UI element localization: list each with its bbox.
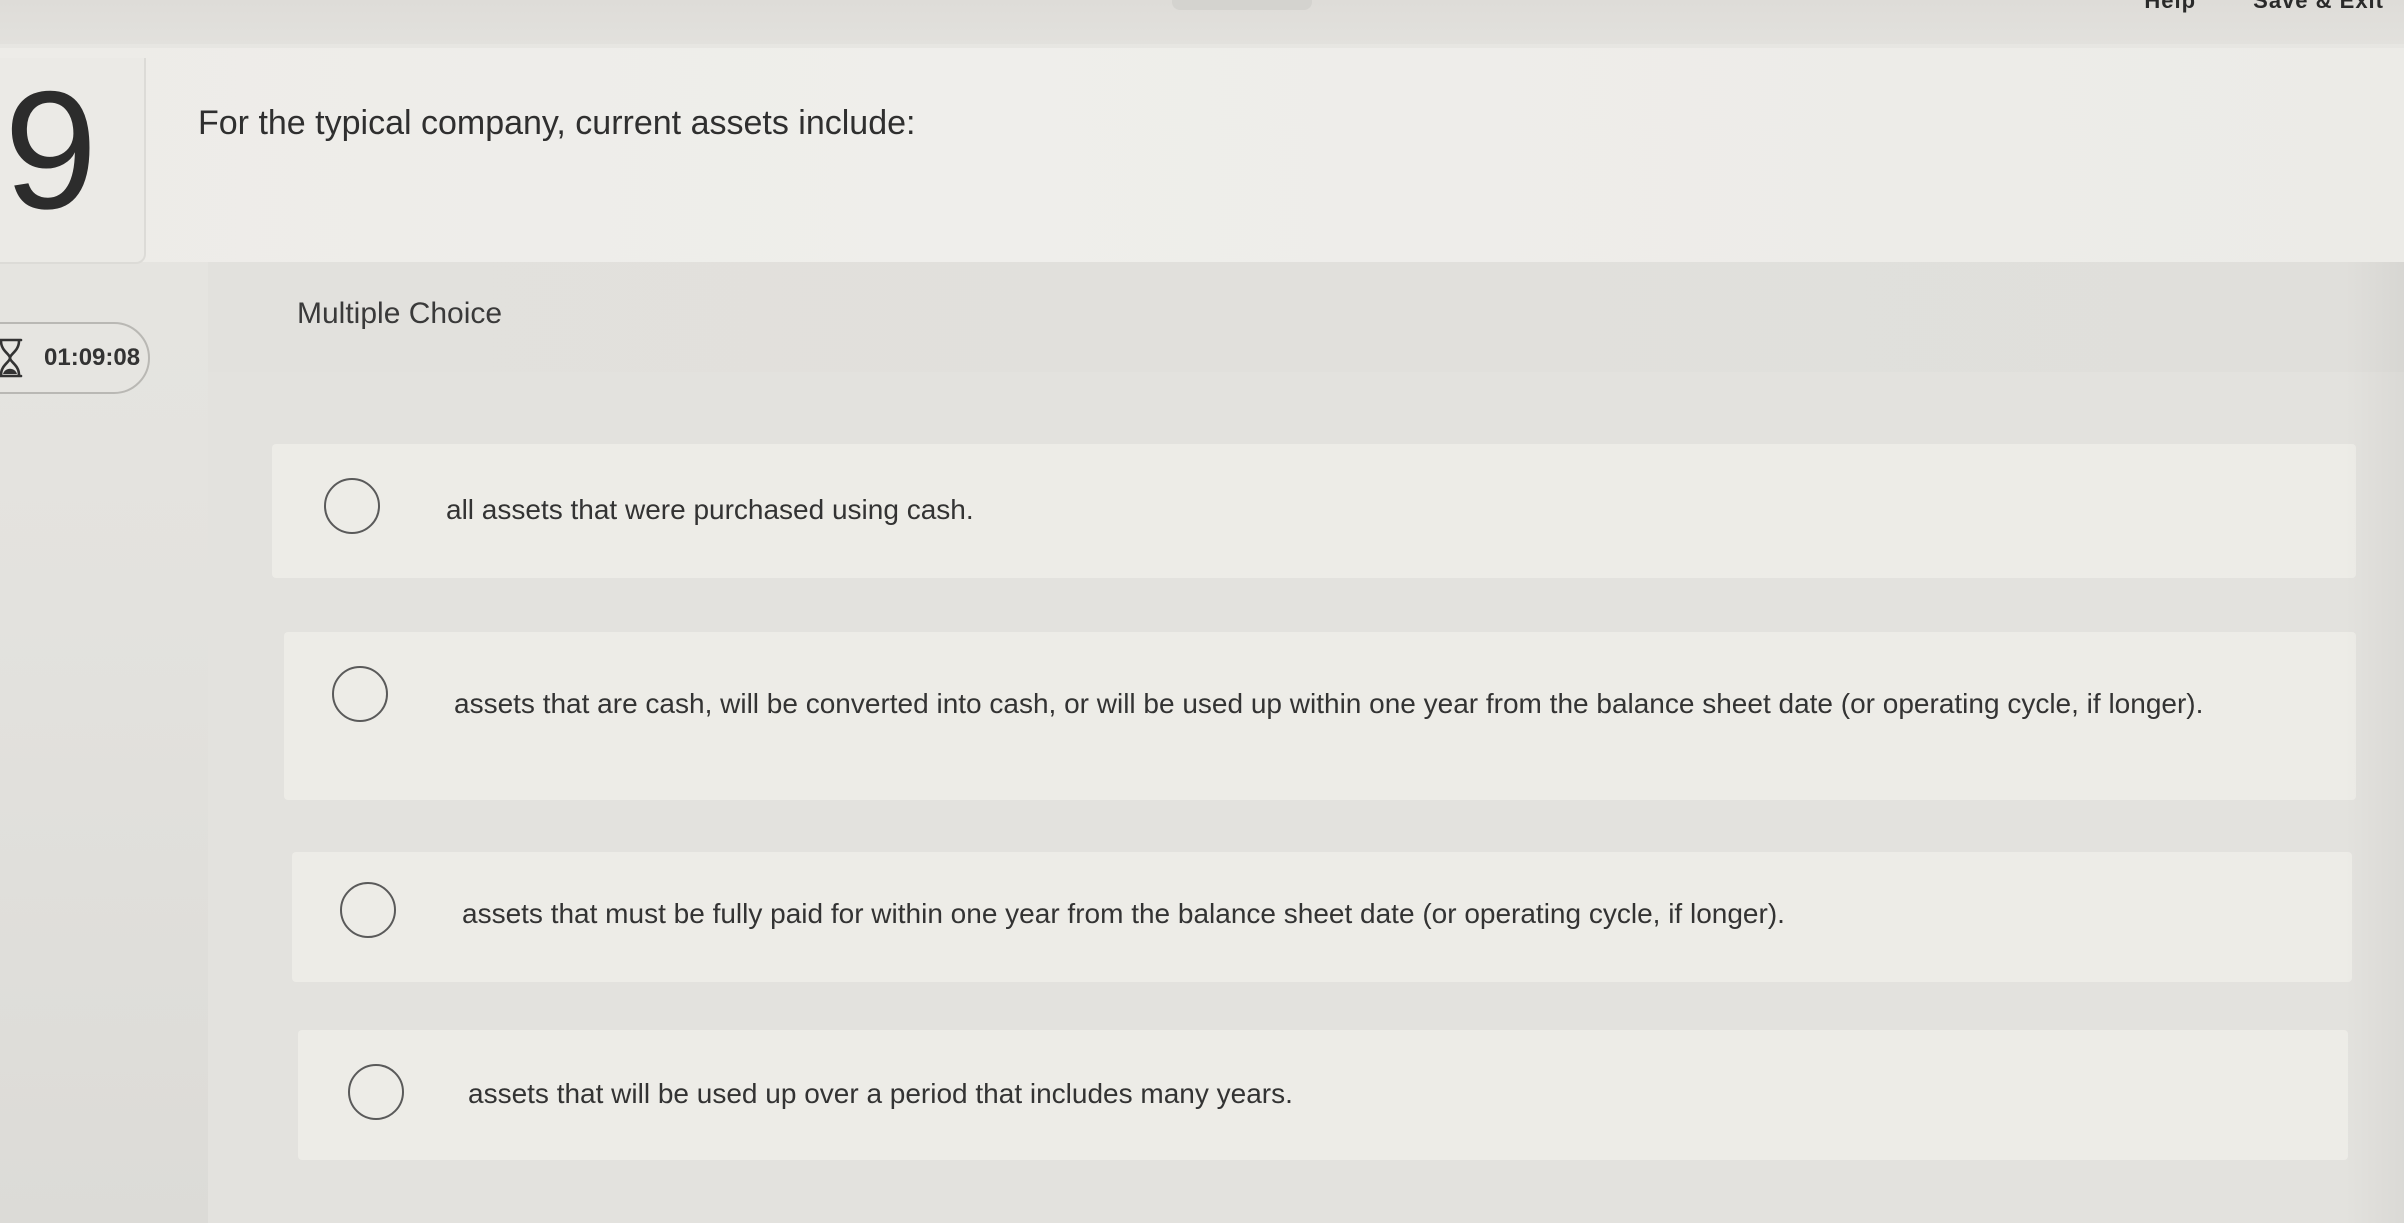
answer-option-4[interactable]: assets that will be used up over a perio… — [298, 1030, 2348, 1160]
timer-value: 01:09:08 — [44, 344, 141, 371]
radio-button[interactable] — [332, 666, 388, 722]
question-type-label: Multiple Choice — [297, 297, 503, 330]
top-bar: Help Save & Exit — [0, 0, 2404, 44]
timer[interactable]: 01:09:08 — [0, 322, 150, 394]
question-type-band — [208, 262, 2404, 372]
top-actions: Help Save & Exit — [2094, 0, 2384, 13]
hourglass-icon — [0, 338, 23, 378]
question-header — [0, 48, 2404, 262]
top-tab[interactable] — [1172, 0, 1312, 10]
save-exit-link[interactable]: Save & Exit — [2253, 0, 2384, 13]
radio-button[interactable] — [348, 1064, 404, 1120]
answer-option-1[interactable]: all assets that were purchased using cas… — [272, 444, 2356, 578]
question-number: 9 — [4, 56, 98, 244]
answer-option-2[interactable]: assets that are cash, will be converted … — [284, 632, 2356, 800]
question-prompt: For the typical company, current assets … — [198, 104, 916, 142]
answer-option-text: assets that will be used up over a perio… — [468, 1078, 1293, 1109]
answer-option-3[interactable]: assets that must be fully paid for withi… — [292, 852, 2352, 982]
radio-button[interactable] — [340, 882, 396, 938]
answer-option-text: assets that must be fully paid for withi… — [462, 898, 1785, 929]
answer-option-text: all assets that were purchased using cas… — [446, 494, 974, 525]
answer-option-text: assets that are cash, will be converted … — [454, 688, 2204, 719]
radio-button[interactable] — [324, 478, 380, 534]
right-shade — [2344, 262, 2404, 1223]
help-link[interactable]: Help — [2144, 0, 2196, 13]
